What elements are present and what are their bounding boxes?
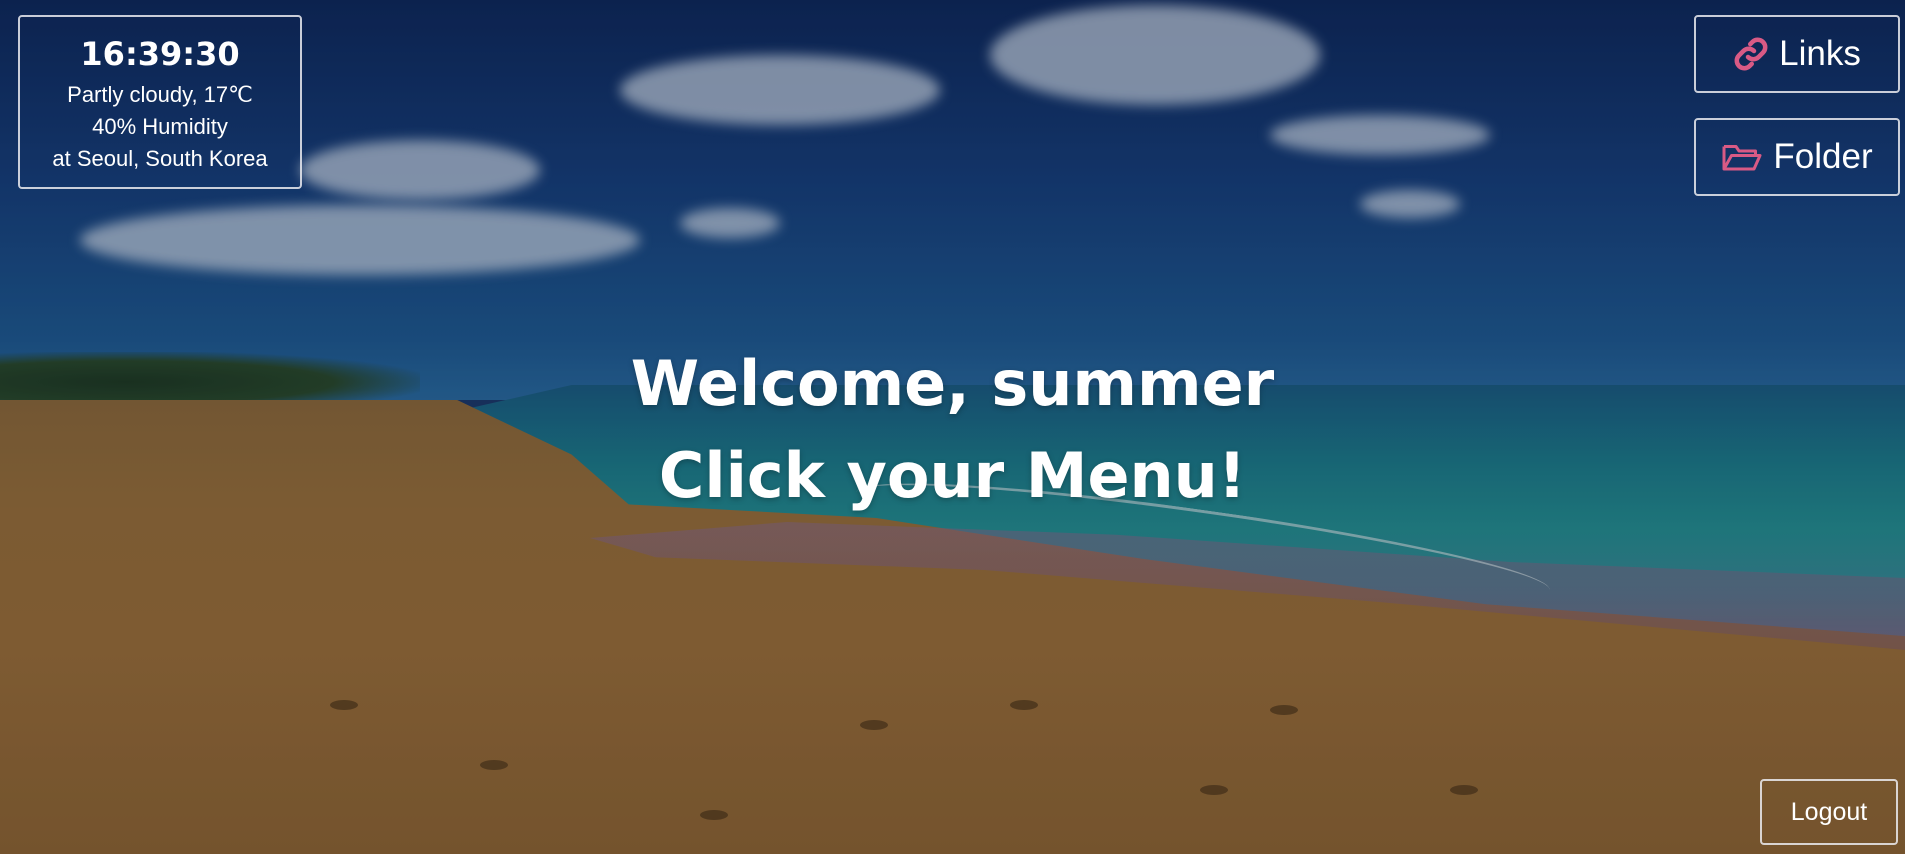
clock-time: 16:39:30 <box>80 35 240 73</box>
page-root: 16:39:30 Partly cloudy, 17℃ 40% Humidity… <box>0 0 1905 854</box>
folder-open-icon <box>1721 140 1763 174</box>
greeting-line-welcome: Welcome, summer <box>630 347 1275 420</box>
weather-location: at Seoul, South Korea <box>52 146 268 171</box>
folder-button-label: Folder <box>1773 137 1873 176</box>
greeting: Welcome, summer Click your Menu! <box>0 338 1905 522</box>
weather-condition: Partly cloudy, 17℃ <box>67 82 253 107</box>
weather-widget: 16:39:30 Partly cloudy, 17℃ 40% Humidity… <box>18 15 302 189</box>
weather-humidity: 40% Humidity <box>92 114 228 139</box>
link-icon <box>1733 36 1769 72</box>
greeting-line-instruction: Click your Menu! <box>658 439 1247 512</box>
logout-button[interactable]: Logout <box>1760 779 1898 845</box>
links-button-label: Links <box>1779 34 1861 73</box>
links-button[interactable]: Links <box>1694 15 1900 93</box>
folder-button[interactable]: Folder <box>1694 118 1900 196</box>
